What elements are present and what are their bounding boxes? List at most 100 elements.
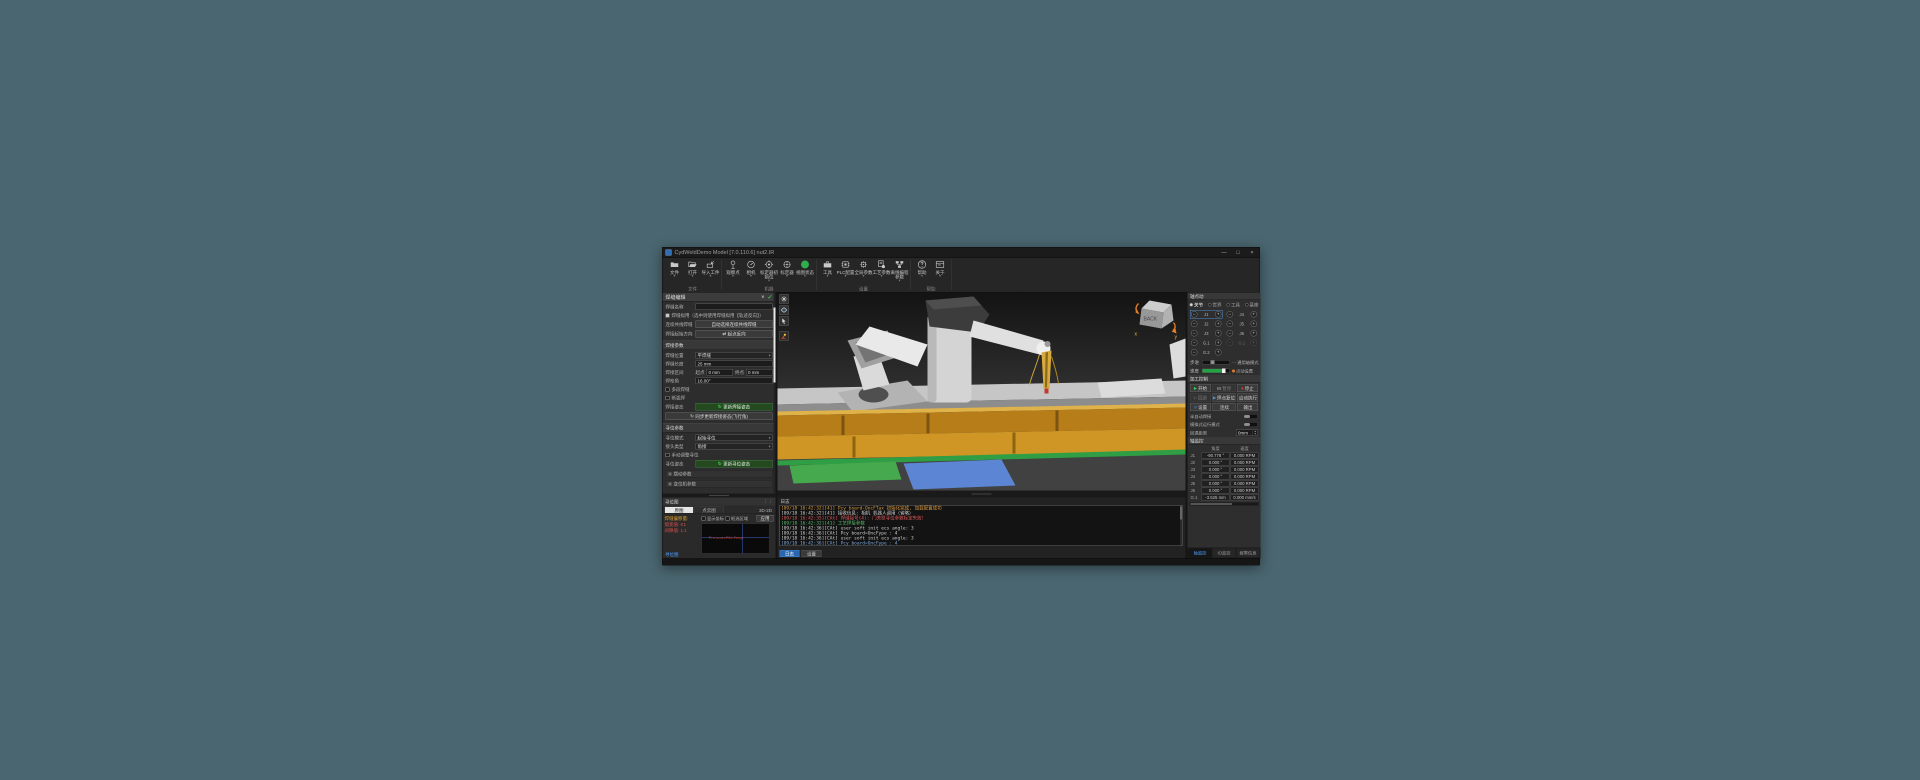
ribbon-item-offline-program-params[interactable]: 离线编程参数 ▾ bbox=[891, 259, 909, 283]
close-button[interactable]: × bbox=[1248, 249, 1257, 255]
sync-update-pose-button[interactable]: ↻ 同步更新焊接姿态(飞行角) bbox=[665, 412, 773, 420]
toggle-switch[interactable] bbox=[1243, 414, 1258, 419]
auto-select-colinear-button[interactable]: 自动选择连续共线焊缝 bbox=[695, 320, 773, 328]
weld-reverse-checkbox[interactable] bbox=[665, 313, 670, 318]
ribbon-item-observe-point[interactable]: 观察点 ▾ bbox=[724, 259, 742, 278]
control-button[interactable]: 启动执行 bbox=[1237, 393, 1258, 402]
control-button[interactable]: ■ 停止 bbox=[1237, 384, 1258, 392]
jog-plus-button[interactable]: + bbox=[1214, 339, 1222, 346]
jog-plus-button[interactable]: + bbox=[1214, 311, 1222, 318]
torch-angle-input[interactable]: 16.00° bbox=[695, 377, 773, 384]
log-text-area[interactable]: [09/18 16:42:32][41] Pcy board-OncFTax 初… bbox=[779, 505, 1183, 546]
jog-mode-radio[interactable]: 世界 bbox=[1207, 302, 1222, 309]
collapsed-section-row[interactable]: 摆动参数 bbox=[665, 470, 773, 478]
log-scrollbar[interactable] bbox=[1180, 505, 1182, 546]
arc-break-checkbox[interactable] bbox=[665, 395, 670, 400]
jog-plus-button[interactable]: + bbox=[1250, 311, 1257, 318]
monitor-tab[interactable]: IO监控 bbox=[1212, 548, 1236, 558]
step-slider[interactable] bbox=[1202, 360, 1230, 365]
ribbon-item-plc-config[interactable]: PLC配置 ▾ bbox=[837, 259, 855, 278]
control-button[interactable]: ▶ 焊点复位 bbox=[1212, 393, 1236, 402]
locator-3d2d-label[interactable]: 3D-2D bbox=[759, 508, 774, 513]
control-button[interactable]: 输出 bbox=[1237, 403, 1258, 411]
seam-length-input[interactable]: 25 mm bbox=[695, 360, 773, 367]
monitor-tab[interactable]: 轴监控 bbox=[1188, 548, 1212, 558]
control-button[interactable]: ▶ 开始 bbox=[1190, 384, 1211, 392]
locate-mode-select[interactable]: 起始寻位 ▾ bbox=[695, 434, 773, 441]
seam-position-select[interactable]: 平焊缝 ▾ bbox=[695, 352, 773, 359]
jog-plus-button[interactable]: + bbox=[1214, 320, 1222, 327]
range-select-checkbox[interactable] bbox=[725, 516, 730, 521]
show-coords-checkbox[interactable] bbox=[701, 516, 706, 521]
select-cursor-icon[interactable] bbox=[779, 316, 789, 326]
locator-footer-link[interactable]: 寻位图 bbox=[665, 551, 679, 558]
monitor-tab[interactable]: 报警信息 bbox=[1236, 548, 1260, 558]
jog-minus-button[interactable]: − bbox=[1226, 311, 1233, 318]
locator-tab[interactable]: 原图 bbox=[664, 506, 694, 513]
jog-plus-button[interactable]: + bbox=[1214, 330, 1222, 337]
update-weld-pose-button[interactable]: ↻ 更新焊接姿态 bbox=[695, 403, 773, 411]
viewport-3d[interactable]: BACK x y bbox=[777, 292, 1186, 491]
ribbon-item-tools[interactable]: 工具 ▾ bbox=[819, 259, 837, 278]
ribbon-item-process-params[interactable]: 工艺参数 ▾ bbox=[873, 259, 891, 278]
jog-mode-radio[interactable]: 关节 bbox=[1189, 302, 1203, 309]
collapsed-section-row[interactable]: 变位机参数 bbox=[665, 480, 773, 488]
orbit-view-icon[interactable] bbox=[779, 305, 789, 315]
jog-mode-radio[interactable]: 工具 bbox=[1226, 302, 1240, 309]
spin-down-icon[interactable]: ▼ bbox=[1254, 433, 1256, 436]
view-axes-icon[interactable] bbox=[779, 294, 789, 304]
locator-tab[interactable]: 点云图 bbox=[694, 506, 724, 513]
robot-tool-icon[interactable] bbox=[779, 331, 789, 341]
range-start-input[interactable]: 0 mm bbox=[706, 369, 733, 376]
viewport-log-splitter[interactable] bbox=[777, 490, 1186, 498]
ribbon-item-help[interactable]: 帮助 ▾ bbox=[913, 259, 931, 278]
title-bar[interactable]: CydWeldDemo Model [7.0.110.6] nut2.IR — … bbox=[662, 247, 1260, 258]
log-tab-button[interactable]: 日志 bbox=[779, 550, 800, 557]
weld-name-input[interactable] bbox=[695, 303, 773, 310]
update-locate-pose-button[interactable]: ↻ 更新寻位姿态 bbox=[695, 460, 773, 468]
jog-plus-button[interactable]: + bbox=[1250, 339, 1257, 346]
speed-slider[interactable] bbox=[1202, 368, 1230, 373]
jog-minus-button[interactable]: − bbox=[1191, 330, 1198, 337]
expand-dots-icon[interactable]: ⋮⋮ bbox=[763, 499, 773, 505]
table-horizontal-scrollbar[interactable] bbox=[1189, 502, 1259, 506]
control-button[interactable]: ▮▮ 暂停 bbox=[1212, 384, 1236, 392]
apply-button[interactable]: 应用 bbox=[756, 515, 774, 522]
log-settings-button[interactable]: 设置 bbox=[801, 550, 822, 557]
jog-minus-button[interactable]: − bbox=[1191, 311, 1198, 318]
jog-plus-button[interactable]: + bbox=[1250, 320, 1257, 327]
joint-type-select[interactable]: 角接 ▾ bbox=[695, 443, 773, 450]
range-end-input[interactable]: 0 mm bbox=[746, 369, 773, 376]
jog-minus-button[interactable]: − bbox=[1226, 330, 1233, 337]
ribbon-item-calibrator[interactable]: 标定器 ▾ bbox=[778, 259, 796, 278]
control-button[interactable]: ⊙ 设置 bbox=[1190, 403, 1211, 411]
ribbon-item-about[interactable]: 关于 ▾ bbox=[931, 259, 949, 278]
panel-close-icon[interactable]: × bbox=[761, 294, 764, 300]
ribbon-item-view-state[interactable]: 视图状态 ▾ bbox=[796, 259, 814, 278]
jog-minus-button[interactable]: − bbox=[1226, 339, 1233, 346]
ribbon-item-camera[interactable]: 相机 ▾ bbox=[742, 259, 760, 278]
ribbon-item-calibrator-init[interactable]: 标定器初始位 ▾ bbox=[760, 259, 778, 283]
control-button[interactable]: ▷ 回退 bbox=[1190, 393, 1211, 402]
locator-canvas[interactable]: Pre-scan-Rbt-Temp bbox=[701, 523, 770, 554]
manual-adjust-checkbox[interactable] bbox=[665, 452, 670, 457]
jog-minus-button[interactable]: − bbox=[1191, 349, 1198, 356]
ribbon-item-import-part[interactable]: 导入工件 ▾ bbox=[702, 259, 720, 278]
minimize-button[interactable]: — bbox=[1220, 249, 1229, 255]
control-button[interactable]: 连续 bbox=[1212, 403, 1236, 411]
ribbon-item-global-params[interactable]: 全局参数 ▾ bbox=[855, 259, 873, 278]
retreat-spinner[interactable]: 0mm ▲ ▼ bbox=[1236, 429, 1258, 436]
maximize-button[interactable]: □ bbox=[1234, 249, 1243, 255]
ribbon-item-open[interactable]: 打开 ▾ bbox=[684, 259, 702, 278]
jog-setting-label[interactable]: 点动设置 bbox=[1236, 368, 1253, 374]
panel-confirm-icon[interactable]: ✓ bbox=[767, 293, 772, 300]
jog-plus-button[interactable]: + bbox=[1214, 349, 1222, 356]
jog-minus-button[interactable]: − bbox=[1191, 320, 1198, 327]
toggle-switch[interactable] bbox=[1243, 422, 1258, 427]
jog-plus-button[interactable]: + bbox=[1250, 330, 1257, 337]
ribbon-item-file[interactable]: 文件 ▾ bbox=[666, 259, 684, 278]
jog-minus-button[interactable]: − bbox=[1226, 320, 1233, 327]
multi-seg-checkbox[interactable] bbox=[665, 387, 670, 392]
reverse-start-button[interactable]: ⇄ 起点反向 bbox=[695, 330, 773, 338]
jog-minus-button[interactable]: − bbox=[1191, 339, 1198, 346]
